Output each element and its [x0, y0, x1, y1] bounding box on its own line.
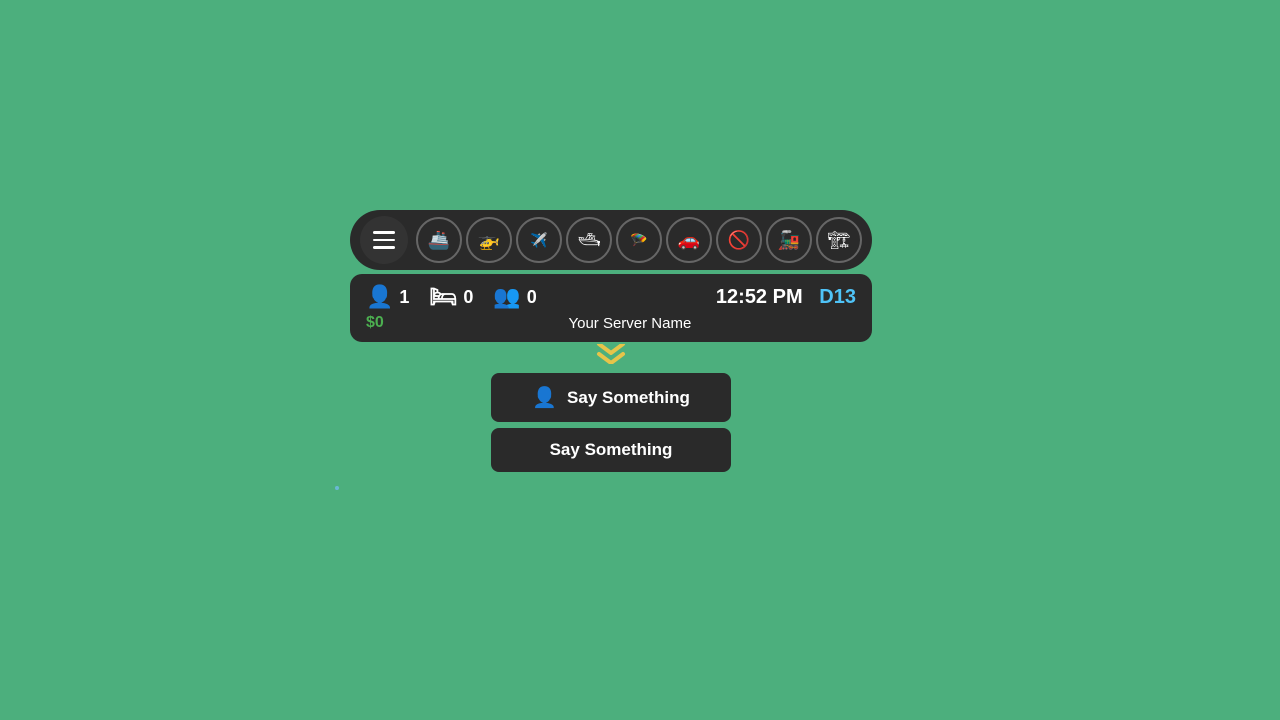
helicopter-icon[interactable]: 🚁 — [466, 217, 512, 263]
crane-icon[interactable]: 🏗 — [816, 217, 862, 263]
action-buttons: 👤 Say Something Say Something — [350, 373, 872, 472]
boat-icon[interactable]: 🚢 — [416, 217, 462, 263]
player-value: 1 — [399, 287, 409, 308]
parachute-icon[interactable]: 🪂 — [616, 217, 662, 263]
top-bar: 🚢 🚁 ✈️ 🛥 🪂 🚗 🚫 🚂 🏗 — [350, 210, 872, 270]
plane-icon[interactable]: ✈️ — [516, 217, 562, 263]
cursor-dot — [335, 486, 339, 490]
ui-container: 🚢 🚁 ✈️ 🛥 🪂 🚗 🚫 🚂 🏗 👤 1 🛏 0 👥 0 12:52 — [350, 210, 872, 472]
train-icon[interactable]: 🚂 — [766, 217, 812, 263]
info-bar: 👤 1 🛏 0 👥 0 12:52 PM D13 $0 Your Server … — [350, 274, 872, 342]
person-icon: 👤 — [532, 385, 557, 410]
bed-value: 0 — [463, 287, 473, 308]
say-something-button[interactable]: Say Something — [491, 428, 731, 472]
server-name: Your Server Name — [404, 315, 856, 332]
player-count: 👤 1 — [366, 284, 409, 310]
time-value: 12:52 PM — [716, 286, 803, 308]
money-display: $0 — [366, 314, 384, 332]
car-icon[interactable]: 🚗 — [666, 217, 712, 263]
ship-icon[interactable]: 🛥 — [566, 217, 612, 263]
bed-icon: 🛏 — [429, 284, 457, 310]
say-something-icon-button[interactable]: 👤 Say Something — [491, 373, 731, 422]
chevron-icon[interactable] — [595, 344, 627, 369]
menu-icon — [373, 231, 395, 249]
group-icon: 👥 — [493, 284, 520, 310]
group-value: 0 — [527, 287, 537, 308]
say-something-icon-label: Say Something — [567, 388, 690, 408]
no-entry-icon[interactable]: 🚫 — [716, 217, 762, 263]
menu-button[interactable] — [360, 216, 408, 264]
group-count: 👥 0 — [493, 284, 536, 310]
bed-count: 🛏 0 — [429, 284, 473, 310]
time-display: 12:52 PM D13 — [716, 286, 856, 309]
say-something-label: Say Something — [550, 440, 673, 460]
chevron-container — [350, 344, 872, 369]
player-icon: 👤 — [366, 284, 393, 310]
day-badge: D13 — [819, 286, 856, 308]
stats-row: 👤 1 🛏 0 👥 0 12:52 PM D13 — [366, 284, 856, 310]
server-row: $0 Your Server Name — [366, 314, 856, 332]
